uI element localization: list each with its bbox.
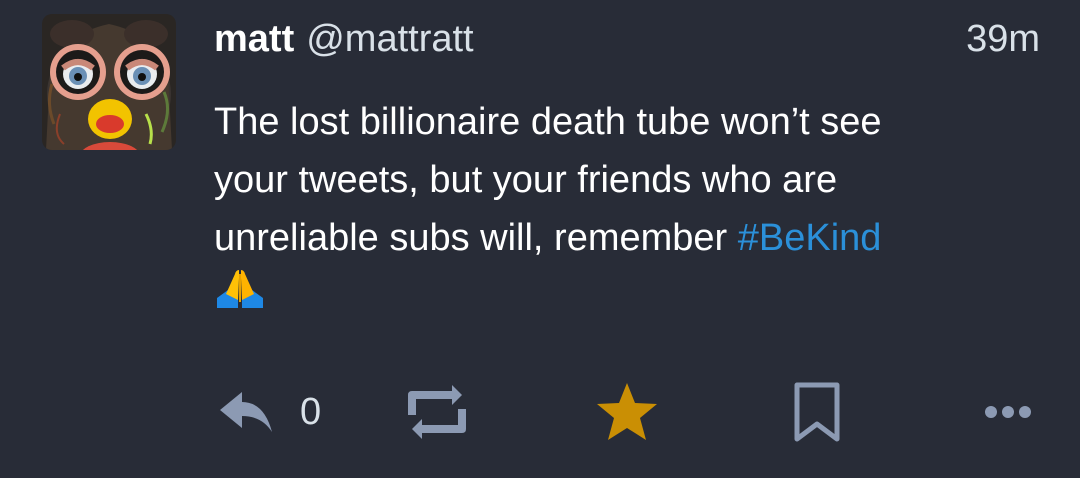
more-horizontal-icon	[985, 406, 1031, 418]
content-line: your tweets, but your friends who are	[214, 159, 838, 201]
reply-icon	[220, 392, 272, 432]
content-text: unreliable subs will, remember	[214, 217, 738, 259]
display-name[interactable]: matt	[214, 16, 294, 62]
hashtag-link[interactable]: #BeKind	[738, 217, 882, 259]
more-button[interactable]	[984, 370, 1032, 454]
favourite-button[interactable]	[595, 370, 659, 454]
status-header: matt @mattratt 39m	[214, 16, 1040, 62]
status-content: The lost billionaire death tube won’t se…	[214, 93, 1044, 327]
furby-avatar-image	[42, 14, 176, 150]
account-handle[interactable]: @mattratt	[306, 16, 473, 62]
star-icon	[597, 383, 657, 440]
bookmark-button[interactable]	[794, 370, 840, 454]
bookmark-icon	[794, 382, 840, 442]
reply-button[interactable]: 0	[218, 370, 321, 454]
avatar[interactable]	[42, 14, 176, 150]
content-line: unreliable subs will, remember #BeKind	[214, 209, 1044, 267]
timestamp[interactable]: 39m	[966, 16, 1040, 62]
reply-count: 0	[300, 390, 322, 433]
action-bar: 0	[0, 370, 1080, 454]
content-line	[214, 267, 1044, 327]
boost-icon	[408, 385, 466, 439]
folded-hands-emoji	[214, 268, 266, 327]
content-line: The lost billionaire death tube won’t se…	[214, 101, 882, 143]
boost-button[interactable]	[408, 370, 466, 454]
status-card[interactable]: matt @mattratt 39m The lost billionaire …	[0, 0, 1080, 478]
